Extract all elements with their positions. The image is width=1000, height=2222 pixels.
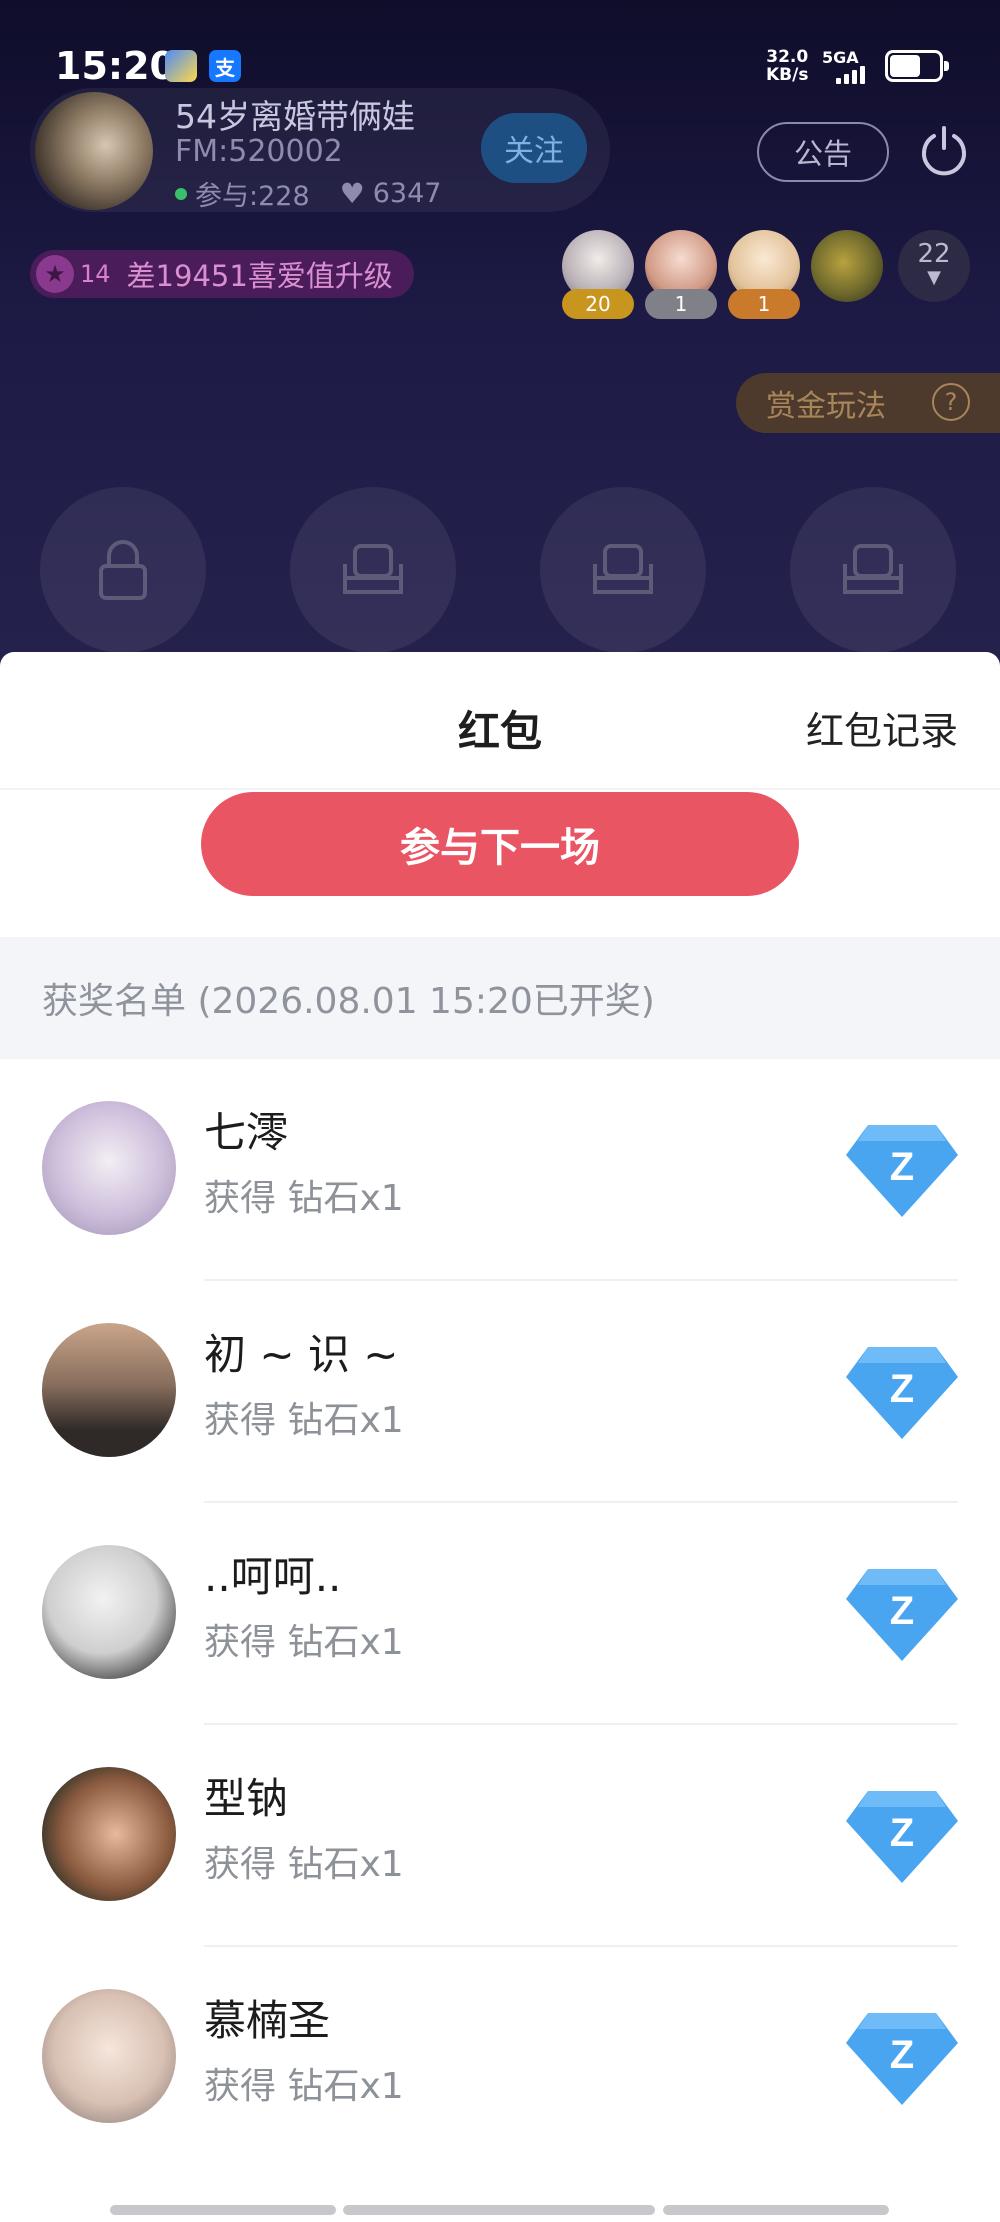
star-icon: ★ — [36, 255, 74, 293]
diamond-icon: Z — [846, 1347, 958, 1439]
winner-prize: 获得 钻石x1 — [204, 2066, 404, 2107]
heart-icon: ♥ — [339, 177, 365, 210]
seat-icon — [843, 544, 903, 594]
mic-seat-locked[interactable] — [40, 487, 206, 653]
level-progress-badge[interactable]: ★ 14 差19451喜爱值升级 — [30, 250, 414, 298]
avatar[interactable] — [42, 1767, 176, 1901]
net-speed-unit: KB/s — [766, 65, 809, 85]
room-title: 54岁离婚带俩娃 — [175, 97, 415, 136]
join-next-button[interactable]: 参与下一场 — [201, 792, 799, 896]
app-icon — [165, 50, 197, 82]
winner-prize: 获得 钻石x1 — [204, 1178, 404, 1219]
diamond-icon: Z — [846, 2013, 958, 2105]
bounty-game-button[interactable]: 赏金玩法 ? — [736, 373, 1000, 433]
avatar[interactable] — [42, 1101, 176, 1235]
level-upgrade-text: 差19451喜爱值升级 — [126, 259, 393, 293]
room-fm-id: FM:520002 — [175, 134, 343, 169]
seat-icon — [343, 544, 403, 594]
winner-row: 初 ~ 识 ~ 获得 钻石x1 Z — [0, 1281, 1000, 1503]
svg-text:Z: Z — [890, 1145, 914, 1189]
battery-icon — [885, 50, 949, 82]
diamond-icon: Z — [846, 1791, 958, 1883]
winner-prize: 获得 钻石x1 — [204, 1400, 404, 1441]
svg-text:Z: Z — [890, 1589, 914, 1633]
online-count-button[interactable]: 22 ▼ — [898, 230, 970, 302]
fan-rank-badge: 1 — [645, 289, 717, 319]
help-icon[interactable]: ? — [932, 383, 970, 421]
chevron-down-icon: ▼ — [927, 267, 941, 288]
mic-seat[interactable] — [790, 487, 956, 653]
signal-label: 5GA — [822, 48, 859, 67]
winner-name: ..呵呵.. — [204, 1552, 342, 1601]
winner-prize: 获得 钻石x1 — [204, 1622, 404, 1663]
level-number: 14 — [80, 260, 111, 288]
red-packet-sheet: 红包 红包记录 参与下一场 获奖名单 (2026.08.01 15:20已开奖)… — [0, 652, 1000, 2222]
online-dot-icon — [175, 187, 187, 200]
notice-button[interactable]: 公告 — [757, 122, 889, 182]
power-icon[interactable] — [918, 124, 970, 176]
fan-avatar[interactable] — [811, 230, 883, 302]
home-indicator — [110, 2205, 336, 2215]
alipay-icon: 支 — [209, 50, 241, 82]
svg-text:Z: Z — [890, 2033, 914, 2077]
mic-seat[interactable] — [540, 487, 706, 653]
fan-rank-badge: 1 — [728, 289, 800, 319]
winner-prize: 获得 钻石x1 — [204, 1844, 404, 1885]
winner-name: 型钠 — [204, 1774, 289, 1823]
winners-header: 获奖名单 (2026.08.01 15:20已开奖) — [0, 937, 1000, 1059]
diamond-icon: Z — [846, 1569, 958, 1661]
avatar[interactable] — [42, 1989, 176, 2123]
room-avatar[interactable] — [35, 92, 153, 210]
like-count: 6347 — [372, 178, 442, 209]
winner-name: 初 ~ 识 ~ — [204, 1330, 399, 1379]
fan-rank-badge: 20 — [562, 289, 634, 319]
lock-icon — [99, 540, 147, 600]
winner-row: ..呵呵.. 获得 钻石x1 Z — [0, 1503, 1000, 1725]
signal-icon — [836, 66, 865, 84]
diamond-icon: Z — [846, 1125, 958, 1217]
svg-text:Z: Z — [890, 1367, 914, 1411]
bounty-label: 赏金玩法 — [766, 389, 886, 424]
follow-button[interactable]: 关注 — [481, 113, 587, 183]
seat-icon — [593, 544, 653, 594]
winner-row: 慕楠圣 获得 钻石x1 Z — [0, 1947, 1000, 2169]
alipay-glyph: 支 — [215, 55, 235, 80]
winner-row: 七澪 获得 钻石x1 Z — [0, 1059, 1000, 1281]
winner-name: 七澪 — [204, 1108, 289, 1157]
winner-name: 慕楠圣 — [204, 1996, 331, 2045]
home-indicator — [663, 2205, 889, 2215]
clock: 15:20 — [55, 44, 176, 88]
participant-count: 参与:228 — [195, 181, 310, 212]
net-speed-value: 32.0 — [766, 47, 809, 67]
avatar[interactable] — [42, 1323, 176, 1457]
svg-text:Z: Z — [890, 1811, 914, 1855]
avatar[interactable] — [42, 1545, 176, 1679]
home-indicator — [343, 2205, 655, 2215]
network-speed: 32.0 KB/s — [766, 48, 808, 84]
winner-row: 型钠 获得 钻石x1 Z — [0, 1725, 1000, 1947]
mic-seat[interactable] — [290, 487, 456, 653]
red-packet-record-link[interactable]: 红包记录 — [806, 700, 958, 755]
divider — [0, 788, 1000, 790]
room-stats: 参与:228 ♥ 6347 — [175, 174, 441, 213]
online-count: 22 — [917, 239, 951, 269]
